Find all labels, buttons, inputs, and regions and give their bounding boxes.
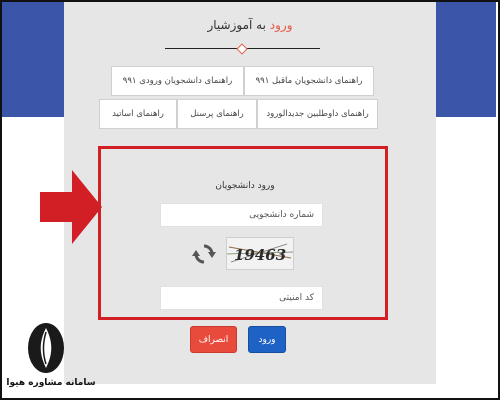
guide-button-staff[interactable]: راهنمای پرسنل: [177, 99, 257, 129]
guide-button-professors[interactable]: راهنمای اساتید: [99, 99, 177, 129]
arrow-right-icon: [40, 170, 102, 244]
page-title: ورود به آموزشیار: [64, 18, 436, 32]
guide-button-new-applicants[interactable]: راهنمای داوطلبین جدیدالورود: [257, 99, 378, 129]
refresh-icon[interactable]: [192, 242, 216, 266]
page-title-accent: ورود: [269, 18, 293, 32]
captcha-noise: 19463: [226, 243, 294, 264]
watermark-text: سامانه مشاوره هیوا: [6, 378, 96, 388]
security-code-input[interactable]: کد امنیتی: [160, 286, 323, 310]
brand-logo: [28, 323, 64, 373]
captcha-image: 19463: [226, 237, 294, 270]
guide-button-pre-991[interactable]: راهنمای دانشجویان ماقبل ۹۹۱: [244, 66, 374, 96]
cancel-button[interactable]: انصراف: [190, 326, 237, 353]
login-title: ورود دانشجویان: [215, 181, 275, 191]
page-title-rest: به آموزشیار: [207, 18, 270, 32]
student-id-input[interactable]: شماره دانشجویی: [160, 203, 323, 227]
captcha-text: 19463: [234, 246, 286, 264]
submit-button[interactable]: ورود: [248, 326, 286, 353]
guide-button-entry-991[interactable]: راهنمای دانشجویان ورودی ۹۹۱: [111, 66, 244, 96]
